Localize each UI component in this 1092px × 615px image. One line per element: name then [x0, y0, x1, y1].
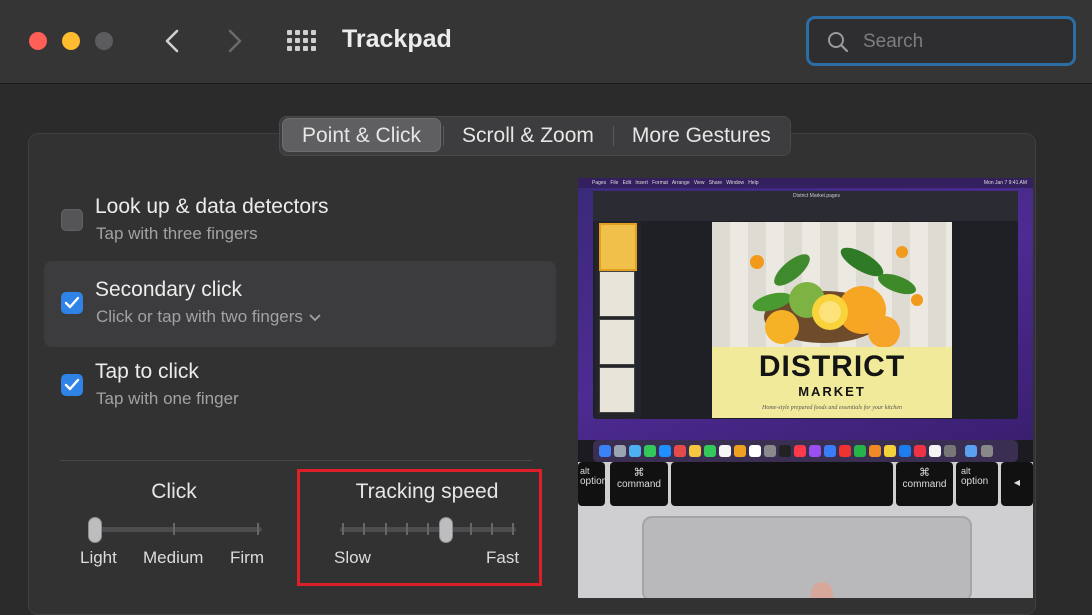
option-subtitle: Click or tap with two fingers: [96, 307, 303, 326]
key-space: [671, 462, 893, 506]
poster-subtitle: MARKET: [798, 384, 866, 399]
key-arrow-left: ◀: [1001, 462, 1033, 506]
poster-page: DISTRICT MARKET Home-style prepared food…: [712, 222, 952, 418]
option-subtitle: Tap with one finger: [96, 389, 239, 408]
forward-arrow-icon[interactable]: [219, 26, 249, 56]
page-thumbnail: [599, 367, 635, 413]
option-secondary-click[interactable]: Secondary click Click or tap with two fi…: [44, 261, 556, 347]
tracking-speed-highlight-box: [297, 469, 542, 586]
secondary-click-checkbox[interactable]: [61, 292, 83, 314]
menu-item: Insert: [635, 180, 648, 186]
preview-finger: [811, 582, 833, 598]
click-slider-title: Click: [151, 480, 197, 503]
option-title: Secondary click: [95, 278, 243, 301]
checkmark-icon: [64, 296, 80, 309]
preview-trackpad: [642, 516, 972, 598]
preview-dock: [593, 440, 1018, 462]
search-field[interactable]: [806, 16, 1076, 66]
preview-desktop: District Market.pages DISTRICT MARKET Ho…: [578, 188, 1033, 440]
window-titlebar: Trackpad: [0, 0, 1092, 84]
secondary-click-dropdown[interactable]: Click or tap with two fingers: [96, 307, 321, 327]
close-window-button[interactable]: [29, 32, 47, 50]
preview-menubar: Pages File Edit Insert Format Arrange Vi…: [578, 178, 1033, 188]
click-label-medium: Medium: [143, 548, 204, 567]
menu-item: File: [610, 180, 619, 186]
window-title: Trackpad: [342, 25, 452, 53]
tab-bar: Point & Click Scroll & Zoom More Gesture…: [279, 116, 791, 156]
key-option-right: alt option: [956, 462, 998, 506]
pages-app-window: District Market.pages DISTRICT MARKET Ho…: [593, 191, 1018, 419]
look-up-checkbox[interactable]: [61, 209, 83, 231]
poster-title: DISTRICT: [758, 350, 906, 383]
tab-point-and-click[interactable]: Point & Click: [282, 118, 442, 152]
key-command-right: ⌘ command: [896, 462, 953, 506]
menu-item: Window: [726, 180, 745, 186]
citrus-photo: [712, 222, 952, 348]
section-divider: [60, 460, 532, 461]
chevron-down-icon: [309, 314, 321, 321]
menu-item: Help: [748, 180, 759, 186]
slider-tick: [173, 523, 175, 535]
page-thumbnail: [599, 271, 635, 317]
click-label-firm: Firm: [230, 548, 264, 567]
tab-scroll-and-zoom[interactable]: Scroll & Zoom: [443, 117, 613, 155]
key-command-left: ⌘ command: [610, 462, 668, 506]
citrus-illustration: [750, 246, 923, 348]
gesture-preview-image: Pages File Edit Insert Format Arrange Vi…: [578, 178, 1033, 598]
preview-keyboard: alt option ⌘ command ⌘ command alt option ◀: [578, 462, 1033, 598]
click-label-light: Light: [80, 548, 117, 567]
page-thumbnails: [595, 221, 641, 419]
slider-tick: [257, 523, 259, 535]
menu-item: Edit: [622, 180, 632, 186]
menu-item: Share: [708, 180, 723, 186]
poster-tagline: Home-style prepared foods and essentials…: [761, 405, 903, 411]
search-input[interactable]: [861, 27, 1065, 57]
tab-more-gestures[interactable]: More Gestures: [612, 117, 790, 155]
tap-to-click-checkbox[interactable]: [61, 374, 83, 396]
menu-item: Arrange: [671, 180, 690, 186]
option-look-up[interactable]: Look up & data detectors Tap with three …: [44, 178, 556, 264]
option-subtitle: Tap with three fingers: [96, 224, 258, 243]
document-name: District Market.pages: [793, 193, 840, 199]
option-title: Tap to click: [95, 360, 199, 383]
back-arrow-icon[interactable]: [158, 26, 188, 56]
option-tap-to-click[interactable]: Tap to click Tap with one finger: [44, 343, 556, 429]
page-thumbnail: [599, 319, 635, 365]
pages-toolbar: District Market.pages: [593, 191, 1018, 221]
menu-item: View: [693, 180, 705, 186]
menu-clock: Mon Jan 7 9:41 AM: [983, 180, 1027, 186]
click-slider-track[interactable]: [90, 527, 262, 532]
menu-item: Pages: [592, 180, 607, 186]
zoom-window-button[interactable]: [95, 32, 113, 50]
key-option-left: alt option: [578, 462, 607, 506]
show-all-grid-icon[interactable]: [286, 29, 316, 53]
page-thumbnail: [599, 223, 637, 271]
minimize-window-button[interactable]: [62, 32, 80, 50]
click-slider-knob[interactable]: [88, 517, 102, 543]
poster-banner: DISTRICT MARKET Home-style prepared food…: [712, 347, 952, 418]
option-title: Look up & data detectors: [95, 195, 329, 218]
search-icon: [828, 32, 849, 53]
checkmark-icon: [64, 378, 80, 391]
menu-item: Format: [652, 180, 668, 186]
